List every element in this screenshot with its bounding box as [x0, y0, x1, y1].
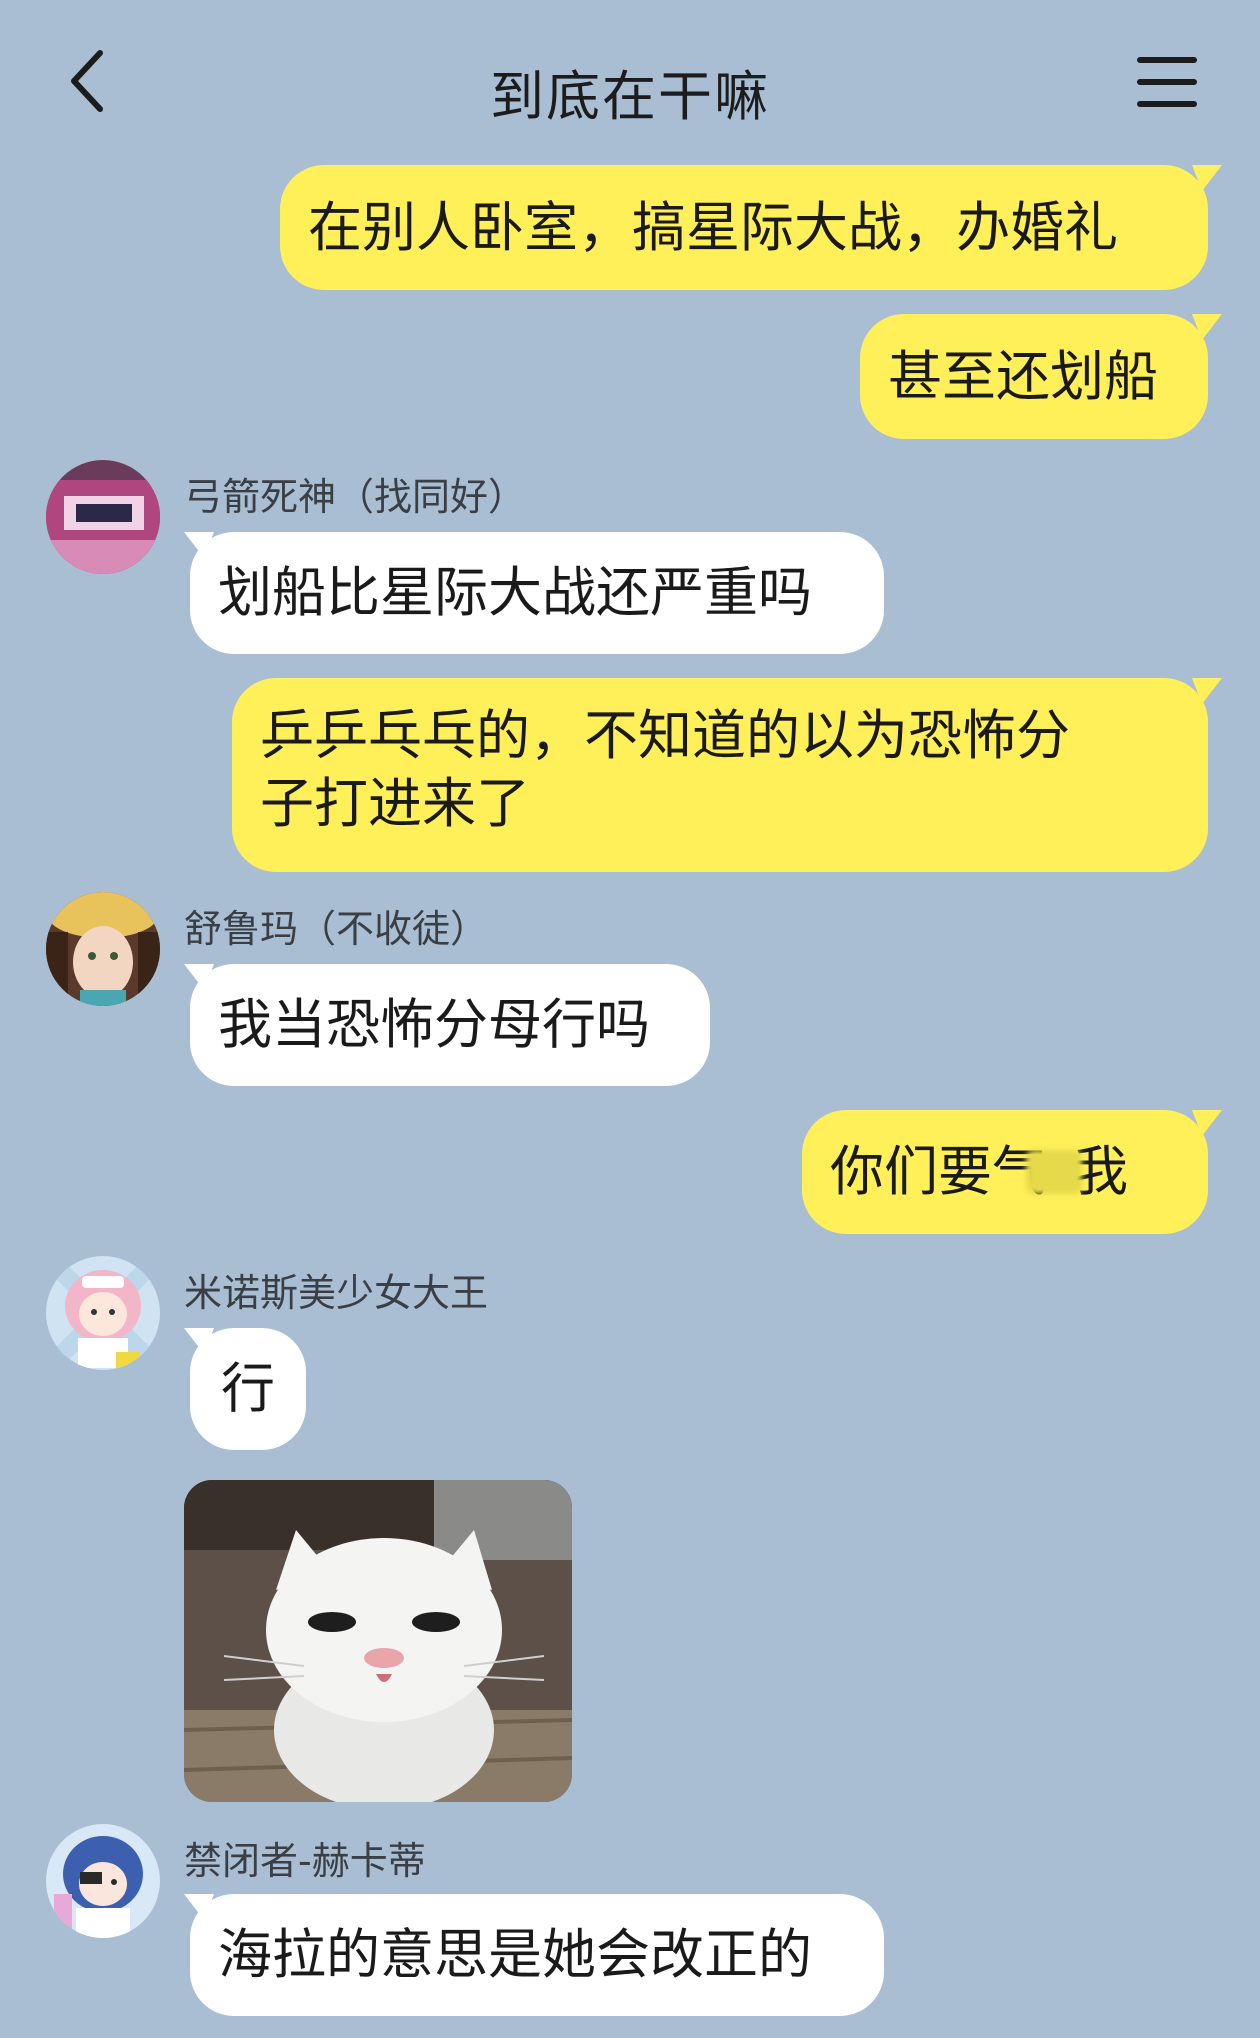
- message-text: 我: [1074, 1140, 1128, 1203]
- bubble-tail: [1192, 1110, 1222, 1136]
- my-message-bubble[interactable]: 甚至还划船: [860, 314, 1208, 439]
- avatar[interactable]: [46, 1824, 160, 1938]
- bubble-tail: [184, 1894, 214, 1920]
- my-message-bubble[interactable]: 在别人卧室，搞星际大战，办婚礼: [280, 165, 1208, 290]
- their-message-bubble[interactable]: 我当恐怖分母行吗: [190, 964, 710, 1086]
- message-text: 海拉的意思是她会改正的: [218, 1923, 812, 1986]
- my-message-bubble[interactable]: 你们要气 我: [802, 1110, 1208, 1234]
- bubble-tail: [1192, 165, 1222, 191]
- menu-icon[interactable]: [1136, 54, 1198, 110]
- message-text: 甚至还划船: [888, 344, 1158, 408]
- white-cat-sticker[interactable]: [184, 1480, 572, 1802]
- avatar[interactable]: [46, 460, 160, 574]
- avatar[interactable]: [46, 1256, 160, 1370]
- message-text: 划船比星际大战还严重吗: [218, 561, 812, 624]
- blurred-character: [1026, 1150, 1082, 1194]
- message-text-line: 子打进来了: [260, 772, 530, 835]
- sender-name: 米诺斯美少女大王: [184, 1271, 489, 1315]
- bubble-tail: [184, 1328, 214, 1354]
- sender-name: 弓箭死神（找同好）: [184, 475, 527, 519]
- message-text: 你们要气: [830, 1140, 1046, 1203]
- message-text: 在别人卧室，搞星际大战，办婚礼: [308, 195, 1118, 259]
- sender-name: 舒鲁玛（不收徒）: [184, 907, 489, 951]
- avatar[interactable]: [46, 892, 160, 1006]
- message-text: 行: [221, 1357, 275, 1420]
- chat-title: 到底在干嘛: [490, 65, 770, 128]
- bubble-tail: [184, 532, 214, 558]
- bubble-tail: [184, 964, 214, 990]
- chat-header: 到底在干嘛: [0, 0, 1260, 160]
- bubble-tail: [1192, 314, 1222, 340]
- my-message-bubble[interactable]: 乒乒乓乓的，不知道的以为恐怖分 子打进来了: [232, 678, 1208, 872]
- their-message-bubble[interactable]: 海拉的意思是她会改正的: [190, 1894, 884, 2016]
- sender-name: 禁闭者-赫卡蒂: [184, 1839, 426, 1883]
- message-text-line: 乒乒乓乓的，不知道的以为恐怖分: [260, 704, 1070, 767]
- bubble-tail: [1192, 678, 1222, 704]
- their-message-bubble[interactable]: 划船比星际大战还严重吗: [190, 532, 884, 654]
- message-text: 我当恐怖分母行吗: [218, 993, 650, 1056]
